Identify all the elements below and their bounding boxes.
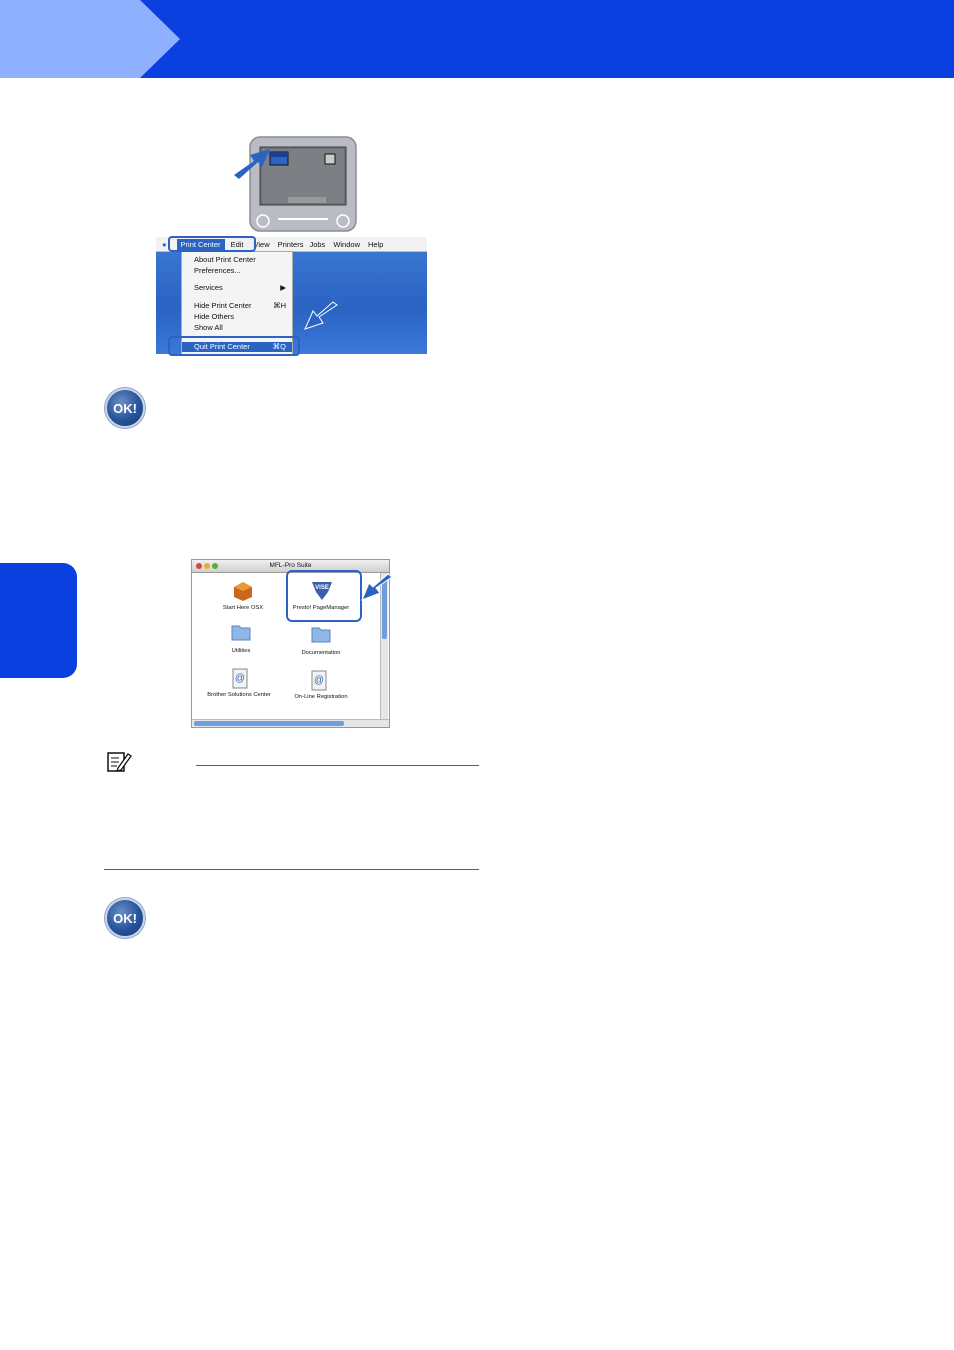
shortcut-hide: ⌘H bbox=[273, 301, 286, 310]
ok-badge-icon: OK! bbox=[105, 898, 145, 938]
arrow-icon bbox=[361, 574, 393, 601]
menu-printers[interactable]: Printers bbox=[278, 240, 304, 249]
menu-window[interactable]: Window bbox=[333, 240, 360, 249]
menu-item-preferences[interactable]: Preferences... bbox=[194, 266, 241, 275]
folder-icon bbox=[311, 627, 331, 643]
submenu-arrow-icon: ▶ bbox=[280, 283, 286, 292]
svg-text:@: @ bbox=[314, 675, 324, 686]
menu-item-services[interactable]: Services bbox=[194, 283, 223, 292]
folder-icon bbox=[231, 625, 251, 641]
item-utilities[interactable]: Utilities bbox=[216, 648, 266, 654]
print-center-menu-outline bbox=[168, 236, 256, 252]
quit-item-outline bbox=[168, 336, 300, 356]
note-bottom-rule bbox=[104, 869, 479, 870]
side-section-tab bbox=[0, 563, 77, 678]
menu-item-hide-others[interactable]: Hide Others bbox=[194, 312, 234, 321]
note-top-rule bbox=[196, 765, 479, 766]
menu-item-about[interactable]: About Print Center bbox=[194, 255, 256, 264]
horizontal-scrollbar[interactable] bbox=[192, 719, 389, 727]
close-button[interactable] bbox=[196, 563, 202, 569]
ok-badge-icon: OK! bbox=[105, 388, 145, 428]
minimize-button[interactable] bbox=[204, 563, 210, 569]
item-start-here-osx[interactable]: Start Here OSX bbox=[214, 605, 272, 611]
menu-item-hide[interactable]: Hide Print Center bbox=[194, 301, 252, 310]
header-step-tab bbox=[0, 0, 180, 78]
apple-icon: ● bbox=[162, 239, 167, 249]
svg-text:@: @ bbox=[235, 673, 245, 684]
menu-help[interactable]: Help bbox=[368, 240, 383, 249]
item-brother-solutions-center[interactable]: Brother Solutions Center bbox=[200, 692, 278, 698]
item-documentation[interactable]: Documentation bbox=[290, 650, 352, 656]
menu-item-show-all[interactable]: Show All bbox=[194, 323, 223, 332]
package-icon bbox=[234, 582, 252, 601]
zoom-button[interactable] bbox=[212, 563, 218, 569]
note-icon bbox=[107, 752, 132, 772]
arrow-icon bbox=[234, 149, 270, 179]
web-doc-icon: @ bbox=[232, 668, 248, 689]
web-doc-icon: @ bbox=[311, 670, 327, 691]
menu-jobs[interactable]: Jobs bbox=[309, 240, 325, 249]
item-online-registration[interactable]: On-Line Registration bbox=[286, 694, 356, 700]
presto-highlight-outline bbox=[286, 570, 362, 622]
arrow-icon bbox=[304, 301, 338, 330]
window-title: MFL-Pro Suite bbox=[269, 562, 312, 569]
